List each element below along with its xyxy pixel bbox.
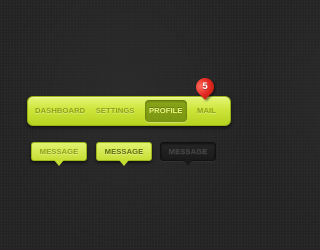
message-tooltip-light-2[interactable]: MESSAGE: [96, 142, 152, 166]
nav-item-settings[interactable]: SETTINGS: [96, 107, 135, 115]
message-tooltip-light-1[interactable]: MESSAGE: [31, 142, 87, 166]
nav-bar: DASHBOARD SETTINGS PROFILE MAIL: [27, 96, 231, 126]
nav-item-mail[interactable]: MAIL: [197, 107, 226, 115]
message-tooltip-dark[interactable]: MESSAGE: [160, 142, 216, 166]
nav-item-profile[interactable]: PROFILE: [144, 99, 187, 123]
nav-item-dashboard[interactable]: DASHBOARD: [35, 107, 85, 115]
mail-badge-count: 5: [202, 81, 208, 92]
